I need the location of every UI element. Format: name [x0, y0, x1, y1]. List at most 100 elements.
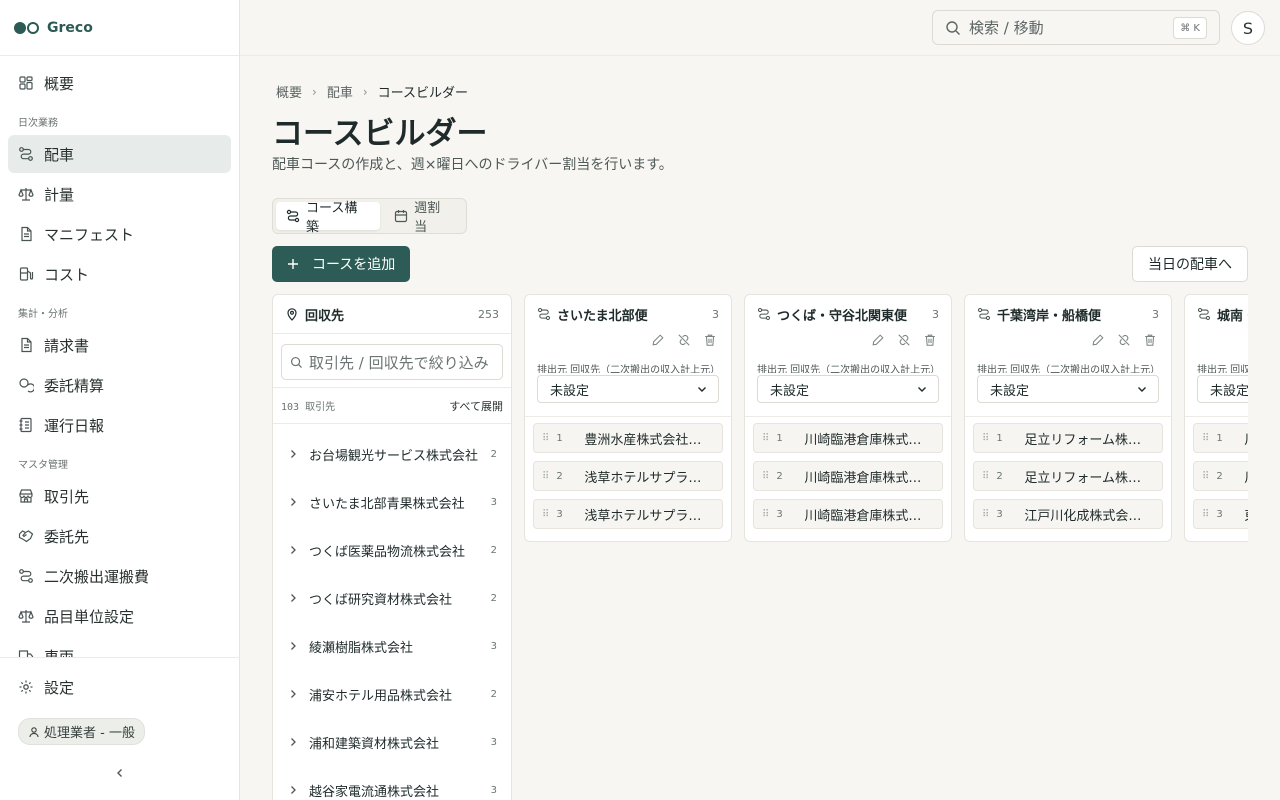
course-stop[interactable]: ⠿ 1 豊洲水産株式会社… — [533, 423, 723, 453]
client-row[interactable]: 浦和建築資材株式会社 3 — [273, 718, 511, 766]
route-icon — [1197, 307, 1211, 321]
coins-icon — [18, 377, 34, 393]
calendar-icon — [394, 209, 408, 223]
sidebar-item[interactable]: 委託先 — [8, 517, 231, 555]
drag-handle-icon[interactable]: ⠿ — [542, 509, 549, 520]
origin-select[interactable]: 未設定 — [977, 375, 1159, 403]
route-icon — [18, 146, 34, 162]
tab-label: コース構築 — [306, 201, 358, 235]
origin-select[interactable]: 未設定 — [757, 375, 939, 403]
sidebar-section-title: 集計・分析 — [18, 309, 68, 320]
avatar[interactable]: S — [1231, 11, 1265, 45]
sidebar-item[interactable]: 運行日報 — [8, 406, 231, 444]
greco-logo-icon — [14, 21, 39, 34]
course-header[interactable]: 千葉湾岸・船橋便 3 — [965, 295, 1171, 333]
drag-handle-icon[interactable]: ⠿ — [982, 471, 989, 482]
pencil-icon[interactable] — [651, 333, 667, 349]
sidebar-item-label: 設定 — [44, 678, 75, 697]
course-stop[interactable]: ⠿ 2 川 — [1193, 461, 1248, 491]
sidebar-item-settings[interactable]: 設定 — [8, 668, 232, 706]
tab-weekly-assign[interactable]: 週割当 — [384, 201, 463, 235]
today-dispatch-button[interactable]: 当日の配車へ — [1132, 246, 1248, 282]
course-stop[interactable]: ⠿ 1 足立リフォーム株… — [973, 423, 1163, 453]
search-icon — [945, 20, 961, 36]
sidebar-item-label: 委託先 — [44, 527, 90, 546]
course-card: つくば・守谷北関東便 3 排出元 回収先（二次搬出の収入計上元） 未設定 ⠿ 1 川崎臨港倉… — [744, 294, 952, 542]
drag-handle-icon[interactable]: ⠿ — [1202, 433, 1209, 444]
client-count: 103 取引先 — [281, 402, 336, 413]
origin-select[interactable]: 未設定 — [1197, 375, 1248, 403]
client-name: さいたま北部青果株式会社 — [309, 496, 465, 512]
drag-handle-icon[interactable]: ⠿ — [1202, 509, 1209, 520]
sidebar-item[interactable]: 配車 — [8, 135, 231, 173]
client-row[interactable]: つくば研究資材株式会社 2 — [273, 574, 511, 622]
sidebar-item[interactable]: 請求書 — [8, 326, 231, 364]
topbar: 検索 / 移動 ⌘ K S — [240, 0, 1280, 56]
sidebar-item[interactable]: 車両 — [8, 637, 231, 658]
role-label: 処理業者 - 一般 — [44, 726, 135, 741]
course-header[interactable]: 城南・ — [1185, 295, 1248, 333]
client-name: つくば研究資材株式会社 — [309, 592, 453, 608]
course-stop[interactable]: ⠿ 3 江戸川化成株式会… — [973, 499, 1163, 529]
drag-handle-icon[interactable]: ⠿ — [542, 433, 549, 444]
client-row[interactable]: つくば医薬品物流株式会社 2 — [273, 526, 511, 574]
role-badge[interactable]: 処理業者 - 一般 — [18, 718, 145, 745]
client-row[interactable]: 越谷家電流通株式会社 3 — [273, 766, 511, 800]
course-stop[interactable]: ⠿ 1 川 — [1193, 423, 1248, 453]
brand[interactable]: Greco — [0, 0, 239, 56]
course-stop[interactable]: ⠿ 1 川崎臨港倉庫株式… — [753, 423, 943, 453]
course-stop[interactable]: ⠿ 2 浅草ホテルサプラ… — [533, 461, 723, 491]
sidebar-item-label: コスト — [44, 265, 90, 284]
breadcrumb-item[interactable]: 概要 — [276, 82, 302, 101]
course-header[interactable]: つくば・守谷北関東便 3 — [745, 295, 951, 333]
expand-all-button[interactable]: すべて展開 — [449, 398, 503, 414]
sidebar-item[interactable]: 委託精算 — [8, 366, 231, 404]
course-stop[interactable]: ⠿ 3 川崎臨港倉庫株式… — [753, 499, 943, 529]
breadcrumb-item[interactable]: 配車 — [327, 82, 353, 101]
global-search[interactable]: 検索 / 移動 ⌘ K — [932, 10, 1220, 45]
drag-handle-icon[interactable]: ⠿ — [1202, 471, 1209, 482]
course-stop-count: 3 — [1152, 307, 1159, 321]
collapse-sidebar-button[interactable] — [111, 764, 129, 782]
trash-icon[interactable] — [923, 333, 939, 349]
pencil-icon[interactable] — [871, 333, 887, 349]
sidebar-footer: 設定 処理業者 - 一般 — [0, 657, 240, 777]
add-course-button[interactable]: コースを追加 — [272, 246, 410, 282]
client-name: お台場観光サービス株式会社 — [309, 448, 479, 464]
course-header[interactable]: さいたま北部便 3 — [525, 295, 731, 333]
drag-handle-icon[interactable]: ⠿ — [982, 433, 989, 444]
client-row[interactable]: 浦安ホテル用品株式会社 2 — [273, 670, 511, 718]
sidebar-item[interactable]: 取引先 — [8, 477, 231, 515]
drag-handle-icon[interactable]: ⠿ — [542, 471, 549, 482]
course-stop-count: 3 — [932, 307, 939, 321]
sidebar-item[interactable]: 概要 — [8, 64, 231, 102]
drag-handle-icon[interactable]: ⠿ — [982, 509, 989, 520]
sidebar-item[interactable]: 二次搬出運搬費 — [8, 557, 231, 595]
drag-handle-icon[interactable]: ⠿ — [762, 509, 769, 520]
pencil-icon[interactable] — [1091, 333, 1107, 349]
drag-handle-icon[interactable]: ⠿ — [762, 433, 769, 444]
course-stop[interactable]: ⠿ 2 足立リフォーム株… — [973, 461, 1163, 491]
client-row[interactable]: 綾瀬樹脂株式会社 3 — [273, 622, 511, 670]
sidebar-item[interactable]: 品目単位設定 — [8, 597, 231, 635]
course-stop[interactable]: ⠿ 2 川崎臨港倉庫株式… — [753, 461, 943, 491]
sidebar-item[interactable]: 計量 — [8, 175, 231, 213]
unlink-icon[interactable] — [677, 333, 693, 349]
chevron-right-icon — [287, 736, 299, 748]
sidebar-item[interactable]: マニフェスト — [8, 215, 231, 253]
route-icon — [977, 307, 991, 321]
trash-icon[interactable] — [703, 333, 719, 349]
pool-filter-input[interactable]: 取引先 / 回収先で絞り込み — [281, 344, 503, 380]
client-row[interactable]: お台場観光サービス株式会社 2 — [273, 430, 511, 478]
add-course-label: コースを追加 — [312, 257, 396, 273]
trash-icon[interactable] — [1143, 333, 1159, 349]
drag-handle-icon[interactable]: ⠿ — [762, 471, 769, 482]
tab-course-build[interactable]: コース構築 — [276, 201, 381, 235]
course-stop[interactable]: ⠿ 3 東 — [1193, 499, 1248, 529]
course-stop[interactable]: ⠿ 3 浅草ホテルサプラ… — [533, 499, 723, 529]
unlink-icon[interactable] — [897, 333, 913, 349]
origin-select[interactable]: 未設定 — [537, 375, 719, 403]
sidebar-item[interactable]: コスト — [8, 255, 231, 293]
unlink-icon[interactable] — [1117, 333, 1133, 349]
client-row[interactable]: さいたま北部青果株式会社 3 — [273, 478, 511, 526]
